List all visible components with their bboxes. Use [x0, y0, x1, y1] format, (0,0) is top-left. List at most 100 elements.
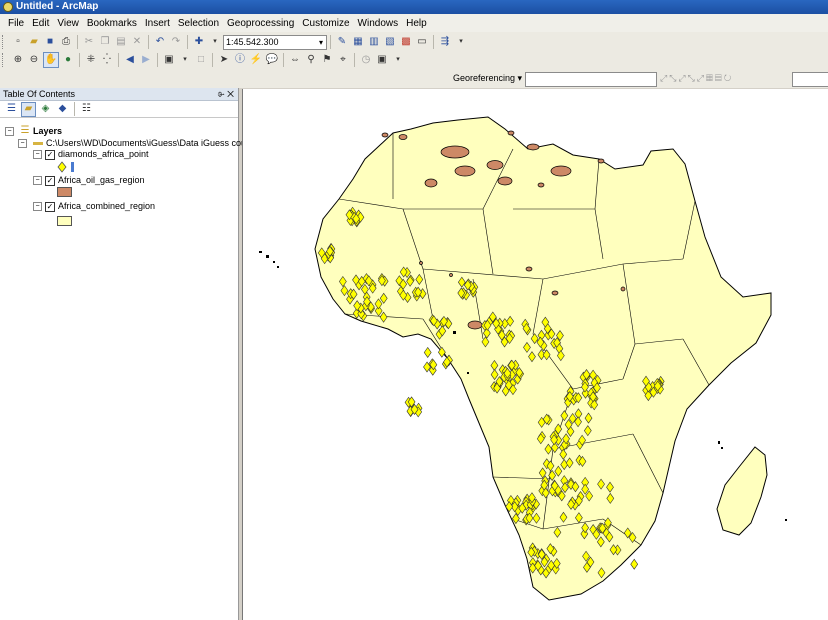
paste-icon[interactable]: ▤ — [114, 35, 128, 49]
collapse-icon[interactable]: − — [33, 202, 42, 211]
full-extent-icon[interactable]: ● — [61, 53, 75, 67]
list-by-visibility-icon[interactable]: ◈ — [38, 102, 53, 117]
menu-bookmarks[interactable]: Bookmarks — [83, 18, 141, 29]
forward-extent-icon[interactable]: ▶ — [139, 53, 153, 67]
diamond-point — [630, 558, 639, 570]
collapse-icon[interactable]: − — [33, 176, 42, 185]
list-by-selection-icon[interactable]: ◆ — [55, 102, 70, 117]
oil-gas-region — [551, 290, 559, 296]
hyperlink-icon[interactable]: ⚡ — [249, 53, 263, 67]
menu-customize[interactable]: Customize — [298, 18, 353, 29]
toc-folder-row[interactable]: − ▬ C:\Users\WD\Documents\iGuess\Data iG… — [18, 136, 246, 150]
python-window-icon[interactable]: ▭ — [415, 35, 429, 49]
new-document-icon[interactable]: ▫ — [11, 35, 25, 49]
add-data-dropdown-icon[interactable]: ▾ — [208, 35, 222, 49]
layer-visibility-checkbox[interactable]: ✓ — [45, 175, 55, 186]
fixed-zoom-in-icon[interactable]: ⁜ — [84, 53, 98, 67]
editor-toolbar-icon[interactable]: ✎ — [335, 35, 349, 49]
layer-legend-symbol[interactable] — [57, 216, 72, 226]
menu-edit[interactable]: Edit — [28, 18, 53, 29]
layer-legend-symbol[interactable] — [57, 187, 72, 197]
georeferencing-menu[interactable]: Georeferencing ▾ — [453, 73, 522, 84]
cut-icon[interactable]: ✂ — [82, 35, 96, 49]
georeferencing-tools-disabled: ⤢⤡⤢⤡⤢▦▤↻ — [660, 73, 734, 83]
toolbar-options-icon[interactable]: ▾ — [391, 53, 405, 67]
toolbar-options-icon[interactable]: ▾ — [454, 35, 468, 49]
model-builder-icon[interactable]: ⇶ — [438, 35, 452, 49]
zoom-in-icon[interactable]: ⊕ — [11, 53, 25, 67]
arctoolbox-icon[interactable]: ▩ — [399, 35, 413, 49]
collapse-icon[interactable]: − — [5, 126, 14, 136]
toolbar-separator — [118, 53, 119, 67]
menu-windows[interactable]: Windows — [354, 18, 403, 29]
menu-geoprocessing[interactable]: Geoprocessing — [223, 18, 298, 29]
data-frame-label: Layers — [33, 125, 63, 136]
html-popup-icon[interactable]: 💬 — [265, 53, 279, 67]
layer-visibility-checkbox[interactable]: ✓ — [45, 201, 55, 212]
undo-icon[interactable]: ↶ — [153, 35, 167, 49]
africa-map — [259, 116, 787, 601]
measure-icon[interactable]: ⇔ — [288, 53, 302, 67]
open-folder-icon[interactable]: ▰ — [27, 35, 41, 49]
oil-gas-region — [398, 134, 408, 140]
find-route-icon[interactable]: ⚑ — [320, 53, 334, 67]
list-by-drawing-order-icon[interactable]: ☰ — [4, 102, 19, 117]
map-view[interactable] — [242, 89, 828, 620]
collapse-icon[interactable]: − — [33, 150, 42, 159]
georeferencing-layer-combo[interactable] — [525, 72, 657, 87]
back-extent-icon[interactable]: ◀ — [123, 53, 137, 67]
clear-selection-icon[interactable]: □ — [194, 53, 208, 67]
menu-insert[interactable]: Insert — [141, 18, 174, 29]
catalog-icon[interactable]: ▥ — [367, 35, 381, 49]
layer-legend-symbol[interactable] — [57, 161, 83, 173]
georeferencing-adjust-combo[interactable] — [792, 72, 828, 87]
menu-view[interactable]: View — [53, 18, 83, 29]
oil-gas-region — [597, 158, 605, 164]
delete-icon[interactable]: ✕ — [130, 35, 144, 49]
select-elements-icon[interactable]: ➤ — [217, 53, 231, 67]
map-scale-value: 1:45.542.300 — [226, 36, 279, 47]
copy-icon[interactable]: ❐ — [98, 35, 112, 49]
select-features-icon[interactable]: ▣ — [162, 53, 176, 67]
folder-path: C:\Users\WD\Documents\iGuess\Data iGuess… — [46, 137, 247, 148]
oil-gas-region — [537, 182, 545, 188]
map-scale-combo[interactable]: 1:45.542.300 ▾ — [223, 34, 327, 50]
identify-icon[interactable]: ⓘ — [233, 53, 247, 67]
go-to-xy-icon[interactable]: ⌖ — [336, 53, 350, 67]
menu-selection[interactable]: Selection — [174, 18, 223, 29]
time-slider-icon[interactable]: ◷ — [359, 53, 373, 67]
toolbar-grip[interactable] — [2, 53, 6, 67]
print-icon[interactable]: ⎙ — [59, 35, 73, 49]
toc-layer-row[interactable]: − ✓ Africa_oil_gas_region — [33, 175, 145, 186]
pan-icon[interactable]: ✋ — [43, 52, 59, 68]
list-by-source-icon[interactable]: ▰ — [21, 101, 36, 117]
fixed-zoom-out-icon[interactable]: ⁛ — [100, 53, 114, 67]
menu-file[interactable]: File — [0, 18, 28, 29]
find-icon[interactable]: ⚲ — [304, 53, 318, 67]
title-bar: Untitled - ArcMap — [0, 0, 828, 14]
toc-header-controls[interactable]: ⌱ ✕ — [218, 88, 234, 100]
toc-layer-row[interactable]: − ✓ Africa_combined_region — [33, 201, 155, 212]
diamond-point — [423, 346, 432, 358]
toc-options-icon[interactable]: ☷ — [79, 102, 94, 117]
layer-visibility-checkbox[interactable]: ✓ — [45, 149, 55, 160]
chevron-down-icon[interactable]: ▾ — [316, 36, 326, 49]
menu-help[interactable]: Help — [402, 18, 431, 29]
select-dropdown-icon[interactable]: ▾ — [178, 53, 192, 67]
layer-name: Africa_oil_gas_region — [58, 175, 145, 185]
toolbar-separator — [77, 35, 78, 49]
oil-gas-region — [486, 160, 504, 170]
create-viewer-window-icon[interactable]: ▣ — [375, 53, 389, 67]
table-of-contents-icon[interactable]: ▦ — [351, 35, 365, 49]
polygon-symbol-icon — [57, 216, 72, 226]
save-icon[interactable]: ■ — [43, 35, 57, 49]
zoom-out-icon[interactable]: ⊖ — [27, 53, 41, 67]
add-data-icon[interactable]: ✚ — [192, 35, 206, 49]
collapse-icon[interactable]: − — [18, 138, 27, 148]
search-window-icon[interactable]: ▧ — [383, 35, 397, 49]
toolbar-grip[interactable] — [2, 35, 6, 49]
diamond-symbol-icon — [57, 161, 74, 173]
oil-gas-region — [550, 165, 572, 177]
toc-layer-row[interactable]: − ✓ diamonds_africa_point — [33, 149, 149, 160]
redo-icon[interactable]: ↷ — [169, 35, 183, 49]
